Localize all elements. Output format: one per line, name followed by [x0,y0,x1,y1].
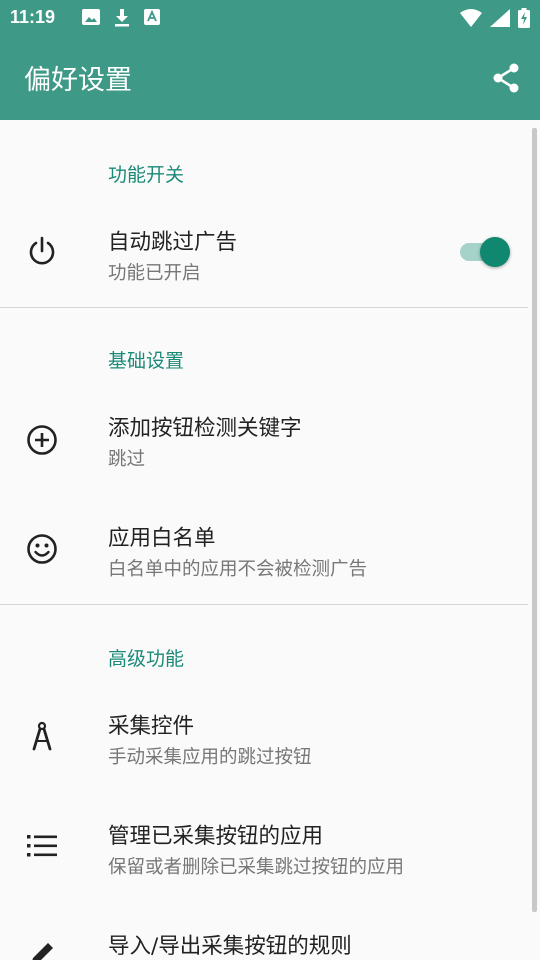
auto-skip-toggle[interactable] [460,237,512,267]
pref-summary: 功能已开启 [108,263,201,284]
pref-title: 采集控件 [108,714,195,739]
divider [0,307,528,308]
app-bar: 偏好设置 [0,36,540,120]
share-button[interactable] [488,60,524,96]
pref-manage-collected-apps[interactable]: 管理已采集按钮的应用 保留或者删除已采集跳过按钮的应用 [0,804,528,904]
pref-summary: 跳过 [108,449,146,470]
text-icon [144,9,160,31]
divider [0,604,528,605]
pref-import-export-rules[interactable]: 导入/导出采集按钮的规则 [0,914,528,960]
status-time: 11:19 [10,7,56,27]
pref-collect-controls[interactable]: 采集控件 手动采集应用的跳过按钮 [0,694,528,794]
pref-summary: 保留或者删除已采集跳过按钮的应用 [108,857,405,878]
add-circle-icon [26,424,58,456]
smiley-icon [26,533,58,565]
wifi-icon [460,9,482,31]
compass-icon [26,721,58,753]
image-icon [82,9,100,31]
battery-charging-icon [518,8,530,32]
system-icons [460,8,530,32]
pref-title: 添加按钮检测关键字 [108,416,302,441]
pref-auto-skip-ads[interactable]: 自动跳过广告 功能已开启 [0,210,528,298]
pref-title: 自动跳过广告 [108,230,238,255]
pref-title: 导入/导出采集按钮的规则 [108,934,352,959]
section-header-feature-switch: 功能开关 [108,164,185,186]
section-header-advanced: 高级功能 [108,648,185,670]
pref-summary: 手动采集应用的跳过按钮 [108,747,312,768]
list-icon [26,830,58,862]
signal-icon [490,9,510,31]
pref-app-whitelist[interactable]: 应用白名单 白名单中的应用不会被检测广告 [0,506,528,602]
notification-icons [82,9,160,31]
page-title: 偏好设置 [24,65,132,96]
pref-title: 应用白名单 [108,526,216,551]
section-header-basic-settings: 基础设置 [108,350,185,372]
power-icon [26,235,58,267]
pref-title: 管理已采集按钮的应用 [108,824,324,849]
status-bar: 11:19 [0,0,540,36]
pref-add-keyword[interactable]: 添加按钮检测关键字 跳过 [0,396,528,496]
pencil-icon [26,938,58,960]
scrollbar[interactable] [532,128,537,912]
switch-thumb [480,237,510,267]
share-icon [493,63,519,93]
pref-summary: 白名单中的应用不会被检测广告 [108,559,368,580]
download-icon [114,9,130,31]
